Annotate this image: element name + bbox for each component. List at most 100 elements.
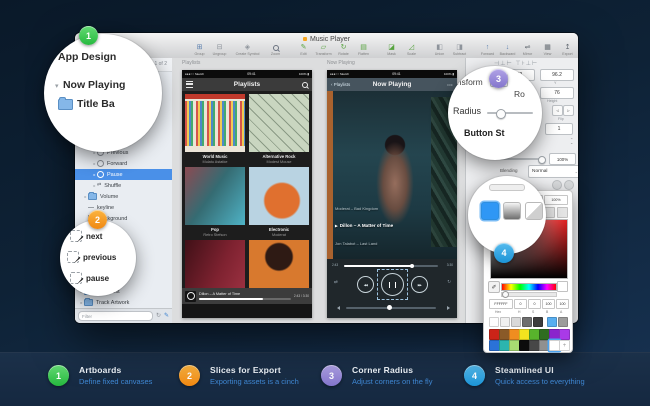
search-icon[interactable] <box>302 82 308 88</box>
volume-thumb[interactable] <box>387 305 392 310</box>
hue-field[interactable]: 0 <box>514 299 527 309</box>
toolbar-backward-button[interactable]: ↓Backward <box>499 44 516 56</box>
group-icon: ⊞ <box>197 44 203 51</box>
playlist-tile[interactable]: Electronic Moderat <box>249 167 309 237</box>
flip-vertical-button[interactable]: ▹ <box>563 105 574 116</box>
opacity-field[interactable]: 100% <box>549 153 576 165</box>
hex-field[interactable]: FFFFFF <box>489 299 513 309</box>
queue-previous-track[interactable]: Moderat – Bad Kingdom <box>335 206 449 211</box>
artboard-now-playing[interactable]: ●●●○○ Sketch 09:41 100% ▮ Now Playing ‹ … <box>327 70 457 318</box>
flip-horizontal-button[interactable]: ◃ <box>552 105 563 116</box>
blue-swatch[interactable] <box>547 317 557 327</box>
toolbar-mirror-button[interactable]: ⇌Mirror <box>519 44 536 56</box>
more-icon[interactable]: ••• <box>447 82 453 87</box>
mini-player[interactable]: Dillon – A Matter of Time 2:43 / 3:30 <box>182 288 312 304</box>
slice-tool-icon[interactable]: ✎ <box>164 313 169 319</box>
layer-row-keyline-2[interactable]: keyline <box>75 202 172 213</box>
toolbar-forward-button[interactable]: ↑Forward <box>479 44 496 56</box>
progress-bar[interactable] <box>344 265 438 267</box>
toolbar-mask-button[interactable]: ◪Mask <box>383 44 400 56</box>
noise-button[interactable] <box>557 207 568 218</box>
toolbar-subtract-button[interactable]: ◨Subtract <box>451 44 468 56</box>
playlist-tile[interactable] <box>185 240 245 288</box>
shuffle-icon[interactable]: ⇄ <box>334 279 338 285</box>
eyedropper-icon[interactable]: ✐ <box>488 281 500 293</box>
alpha-field[interactable]: 100 <box>556 299 569 309</box>
alpha-slider[interactable] <box>501 292 557 297</box>
toolbar-group-button[interactable]: ⊞Group <box>191 44 208 56</box>
color-swatch[interactable] <box>559 329 570 340</box>
feature-2-number: 2 <box>187 371 192 381</box>
grey-swatch[interactable] <box>522 317 532 327</box>
grey-swatch[interactable] <box>489 317 499 327</box>
toolbar-flatten-button[interactable]: ▤Flatten <box>355 44 372 56</box>
y-position-field[interactable]: 96.2 <box>540 69 574 81</box>
playlist-tile[interactable] <box>249 240 309 288</box>
toolbar-export-button[interactable]: ↥Export <box>559 44 576 56</box>
radius-slider[interactable] <box>487 112 533 114</box>
artboard-label-playlists[interactable]: Playlists <box>182 60 200 66</box>
toolbar-rotate-button[interactable]: ↻Rotate <box>335 44 352 56</box>
layer-row-track-artwork[interactable]: ▸Track Artwork <box>75 297 172 308</box>
carrier-text: ●●●○○ Sketch <box>185 72 204 76</box>
toolbar-edit-button[interactable]: ✎Edit <box>295 44 312 56</box>
toolbar-union-button[interactable]: ◧Union <box>431 44 448 56</box>
toolbar-zoom-button[interactable]: Zoom <box>267 44 284 56</box>
remove-style-button[interactable] <box>564 180 574 190</box>
backward-icon: ↓ <box>506 44 510 51</box>
toolbar-view-button[interactable]: ▦View <box>539 44 556 56</box>
add-style-button[interactable] <box>552 180 562 190</box>
canvas[interactable]: Playlists Now Playing ●●●○○ Sketch 09:41… <box>172 58 466 323</box>
queue-current-track[interactable]: ▶Dillon – A Matter of Time <box>335 223 449 228</box>
fill-opacity-field[interactable]: 100% <box>544 195 568 205</box>
layer-row-volume[interactable]: ▸Volume <box>75 191 172 202</box>
grey-swatch[interactable] <box>500 317 510 327</box>
blending-dropdown[interactable]: Normal⌄ <box>528 165 578 178</box>
hue-slider[interactable] <box>501 283 557 291</box>
toolbar-transform-button[interactable]: ▱Transform <box>315 44 332 56</box>
next-button[interactable]: ▶▶ <box>411 276 428 293</box>
image-fill-tab[interactable] <box>525 202 543 220</box>
refresh-icon[interactable]: ↻ <box>156 313 161 319</box>
repeat-icon[interactable]: ↻ <box>447 279 451 285</box>
layer-row-pause-selected[interactable]: ▸Pause <box>75 169 172 180</box>
grey-swatch[interactable] <box>533 317 543 327</box>
playlist-tile[interactable]: Pop Retro Stefson <box>185 167 245 237</box>
mini-player-progress[interactable] <box>199 298 291 300</box>
grey-swatch[interactable] <box>511 317 521 327</box>
artboard-playlists[interactable]: ●●●○○ Sketch 09:41 100% ▮ Playlists Worl… <box>182 70 312 318</box>
gradient-fill-tab[interactable] <box>503 202 521 220</box>
callout-streamlined-ui <box>468 176 546 254</box>
add-swatch-button[interactable]: + <box>559 340 570 351</box>
queue-next-track[interactable]: Jon Talabot – Last Land <box>335 241 449 246</box>
filter-input[interactable] <box>78 311 153 321</box>
brightness-field[interactable]: 100 <box>542 299 555 309</box>
alpha-thumb[interactable] <box>502 291 509 298</box>
layer-row-forward[interactable]: ▸Forward <box>75 158 172 169</box>
window-title: Music Player <box>310 36 350 43</box>
style-stepper[interactable]: ⌃⌄ <box>570 138 573 145</box>
y-label: Y <box>554 81 556 85</box>
radius-thumb[interactable] <box>496 109 506 119</box>
previous-button[interactable]: ◀◀ <box>357 276 374 293</box>
toolbar-scale-button[interactable]: ◿Scale <box>403 44 420 56</box>
back-button[interactable]: ‹ Playlists <box>331 82 350 87</box>
callout1-page-name: App Design <box>58 51 116 63</box>
artboard-label-now-playing[interactable]: Now Playing <box>327 60 355 66</box>
layer-row-shuffle[interactable]: ▸⇄Shuffle <box>75 180 172 191</box>
rotate-field[interactable]: 1 <box>545 123 573 135</box>
height-field[interactable]: 76 <box>540 87 574 99</box>
menu-icon[interactable] <box>186 81 193 88</box>
toolbar-ungroup-button[interactable]: ⊟Ungroup <box>211 44 228 56</box>
playlist-tile[interactable]: World Music Mulatu Astatke <box>185 94 245 164</box>
flat-color-fill-tab[interactable] <box>481 202 499 220</box>
opacity-thumb[interactable] <box>538 156 546 164</box>
feature-2-title: Slices for Export <box>210 365 299 375</box>
callout1-badge: 1 <box>79 26 98 45</box>
saturation-field[interactable]: 0 <box>528 299 541 309</box>
toolbar-create-symbol-button[interactable]: ◈Create Symbol <box>239 44 256 56</box>
grey-swatch[interactable] <box>558 317 568 327</box>
callout-artboards: App Design ▾ Now Playing Title Ba <box>44 34 162 152</box>
chevron-down-icon: ⌄ <box>575 169 578 174</box>
playlist-tile[interactable]: Alternative Rock Modest Mouse <box>249 94 309 164</box>
